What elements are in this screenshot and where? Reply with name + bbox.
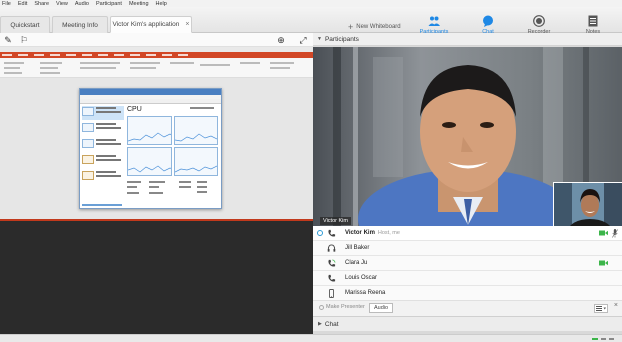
participant-name: Louis Oscar xyxy=(345,275,378,281)
menu-meeting[interactable]: Meeting xyxy=(129,1,149,7)
resource-cpu[interactable] xyxy=(82,106,124,120)
microphone-icon[interactable] xyxy=(612,229,618,238)
powerpoint-notes-area xyxy=(0,219,313,334)
pencil-icon[interactable]: ✎ xyxy=(3,35,13,45)
video-camera-icon[interactable] xyxy=(599,230,608,236)
menu-bar: File Edit Share View Audio Participant M… xyxy=(0,0,622,7)
make-presenter-label: Make Presenter xyxy=(326,304,365,310)
participant-row[interactable]: Louis Oscar xyxy=(313,271,622,286)
chat-panel-title: Chat xyxy=(324,320,339,328)
tab-shared-application[interactable]: Victor Kim's application × xyxy=(110,16,192,33)
menu-view[interactable]: View xyxy=(56,1,68,7)
video-name-label: Victor Kim xyxy=(320,217,351,225)
cpu-graph-core-3 xyxy=(127,147,172,176)
fullscreen-icon[interactable]: ⤢ xyxy=(298,35,308,45)
participant-name: Jill Baker xyxy=(345,245,370,251)
tab-quickstart-label: Quickstart xyxy=(10,21,40,29)
participant-row[interactable]: Victor Kim Host, me xyxy=(313,226,622,241)
resource-disk[interactable] xyxy=(82,138,124,152)
list-view-icon xyxy=(596,306,606,311)
make-presenter-button[interactable]: Make Presenter xyxy=(319,304,365,310)
self-view-video[interactable] xyxy=(553,182,622,226)
close-icon[interactable]: × xyxy=(614,302,618,309)
participant-row[interactable]: Clara Ju xyxy=(313,256,622,271)
tab-bar: Quickstart Meeting Info Victor Kim's app… xyxy=(0,7,622,35)
participants-icon xyxy=(428,16,440,26)
cpu-graph-core-2 xyxy=(173,116,218,145)
phone-icon xyxy=(328,229,336,237)
menu-file[interactable]: File xyxy=(2,1,11,7)
participant-row[interactable]: Jill Baker xyxy=(313,241,622,256)
resource-memory[interactable] xyxy=(82,122,124,136)
video-camera-icon[interactable] xyxy=(599,260,608,266)
presenter-ball-icon xyxy=(317,230,323,236)
annotate-icon[interactable]: ⚐ xyxy=(19,35,29,45)
participant-name: Marissa Reena xyxy=(345,290,386,296)
expand-triangle-icon: ▶ xyxy=(318,321,322,327)
powerpoint-status-strip xyxy=(0,219,313,221)
cpu-graph-core-1 xyxy=(127,116,172,145)
list-view-button[interactable] xyxy=(594,304,608,313)
new-whiteboard-button[interactable]: + New Whiteboard xyxy=(348,22,401,32)
mobile-icon xyxy=(329,289,334,298)
participant-name: Clara Ju xyxy=(345,260,368,266)
tab-quickstart[interactable]: Quickstart xyxy=(0,16,50,33)
webex-meeting-window: File Edit Share View Audio Participant M… xyxy=(0,0,622,342)
self-view-image xyxy=(554,183,622,226)
status-bar xyxy=(0,334,622,342)
new-whiteboard-label: New Whiteboard xyxy=(356,24,401,30)
cpu-heading: CPU xyxy=(127,106,142,113)
fewer-details-link[interactable] xyxy=(82,204,122,206)
resource-wifi[interactable] xyxy=(82,154,124,168)
cpu-model-text xyxy=(190,107,214,109)
zoom-icon[interactable]: ⊕ xyxy=(276,35,286,45)
audio-button[interactable]: Audio xyxy=(369,303,394,313)
participants-panel-title: Participants xyxy=(324,35,359,43)
record-icon xyxy=(533,15,545,27)
menu-edit[interactable]: Edit xyxy=(18,1,27,7)
cpu-graphs xyxy=(127,116,218,176)
tab-shared-application-label: Victor Kim's application xyxy=(112,21,180,28)
phone-speaking-icon xyxy=(328,259,336,267)
connection-status-icon xyxy=(592,338,614,340)
phone-icon xyxy=(328,274,336,282)
cpu-graph-core-4 xyxy=(173,147,218,176)
menu-participant[interactable]: Participant xyxy=(96,1,122,7)
participants-panel-header[interactable]: ▼ Participants xyxy=(313,33,622,46)
shared-application-view: CPU xyxy=(0,47,313,334)
headset-icon xyxy=(327,244,336,252)
close-tab-icon[interactable]: × xyxy=(185,21,189,28)
task-manager-window: CPU xyxy=(79,88,222,209)
participant-role: Host, me xyxy=(377,230,400,236)
menu-audio[interactable]: Audio xyxy=(75,1,89,7)
plus-icon: + xyxy=(348,22,354,32)
tab-meeting-info-label: Meeting Info xyxy=(62,21,98,29)
menu-help[interactable]: Help xyxy=(156,1,167,7)
powerpoint-ribbon xyxy=(0,58,313,78)
participant-row[interactable]: Marissa Reena xyxy=(313,286,622,301)
resource-ethernet[interactable] xyxy=(82,170,124,184)
participant-name: Victor Kim xyxy=(345,230,375,236)
presenter-ball-icon xyxy=(319,304,324,310)
chat-panel-header[interactable]: ▶ Chat xyxy=(313,316,622,331)
share-toolbar: ✎ ⚐ ⊕ ⤢ xyxy=(0,33,313,47)
task-manager-tabs xyxy=(80,99,221,104)
notes-icon xyxy=(588,15,598,27)
resource-list xyxy=(82,106,124,198)
chat-bubble-icon xyxy=(483,15,493,27)
menu-share[interactable]: Share xyxy=(34,1,49,7)
cpu-stats xyxy=(127,179,218,199)
collapse-triangle-icon: ▼ xyxy=(317,36,322,42)
participant-actions-bar: Make Presenter Audio × xyxy=(313,300,622,316)
tab-meeting-info[interactable]: Meeting Info xyxy=(52,16,108,33)
